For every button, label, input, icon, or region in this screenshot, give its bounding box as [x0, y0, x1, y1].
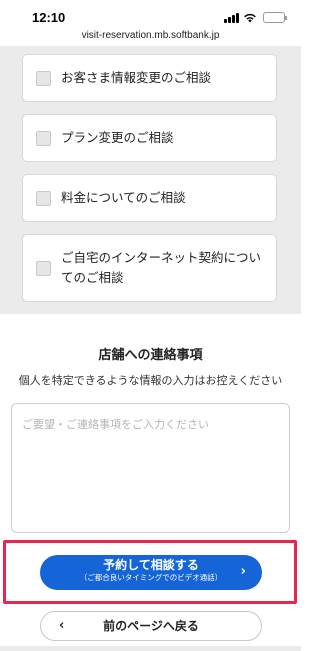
battery-icon — [263, 12, 287, 23]
checkbox[interactable] — [36, 260, 51, 276]
cellular-signal-icon — [224, 13, 239, 23]
status-bar: 12:10 — [0, 0, 301, 32]
notice-subtitle: 個人を特定できるような情報の入力はお控えください — [18, 374, 283, 387]
option-label-line2: てのご相談 — [61, 270, 124, 285]
option-label: 料金についてのご相談 — [61, 190, 186, 205]
reserve-button-sublabel: （ご都合良いタイミングでのビデオ通話） — [79, 573, 223, 582]
bottom-strip — [0, 646, 301, 651]
message-textarea[interactable] — [11, 403, 290, 533]
option-label: プラン変更のご相談 — [61, 130, 174, 145]
wifi-icon — [244, 13, 256, 23]
option-home-internet[interactable]: ご自宅のインターネット契約につい てのご相談 — [22, 234, 277, 302]
reserve-consultation-button[interactable]: 予約して相談する （ご都合良いタイミングでのビデオ通話） › — [40, 555, 262, 590]
chevron-left-icon: ‹ — [59, 618, 65, 633]
url-text: visit-reservation.mb.softbank.jp — [81, 30, 220, 41]
chevron-right-icon: › — [240, 564, 246, 579]
checkbox[interactable] — [36, 190, 51, 206]
url-bar[interactable]: visit-reservation.mb.softbank.jp — [0, 30, 301, 46]
reserve-button-label: 予約して相談する — [103, 558, 199, 572]
option-customer-info-change[interactable]: お客さま情報変更のご相談 — [22, 54, 277, 102]
option-label-line1: ご自宅のインターネット契約につい — [61, 250, 262, 265]
back-button[interactable]: ‹ 前のページへ戻る — [40, 611, 262, 641]
checkbox[interactable] — [36, 130, 51, 146]
checkbox[interactable] — [36, 70, 51, 86]
back-button-label: 前のページへ戻る — [103, 619, 199, 633]
notice-title: 店舗への連絡事項 — [98, 348, 203, 363]
status-time: 12:10 — [32, 10, 66, 25]
option-label: ご自宅のインターネット契約につい てのご相談 — [61, 248, 261, 288]
option-plan-change[interactable]: プラン変更のご相談 — [22, 114, 277, 162]
option-label: お客さま情報変更のご相談 — [61, 70, 212, 85]
option-fee-inquiry[interactable]: 料金についてのご相談 — [22, 174, 277, 222]
consultation-options-section: お客さま情報変更のご相談 プラン変更のご相談 料金についてのご相談 ご自宅のイン… — [0, 46, 301, 314]
status-icons — [224, 12, 287, 23]
